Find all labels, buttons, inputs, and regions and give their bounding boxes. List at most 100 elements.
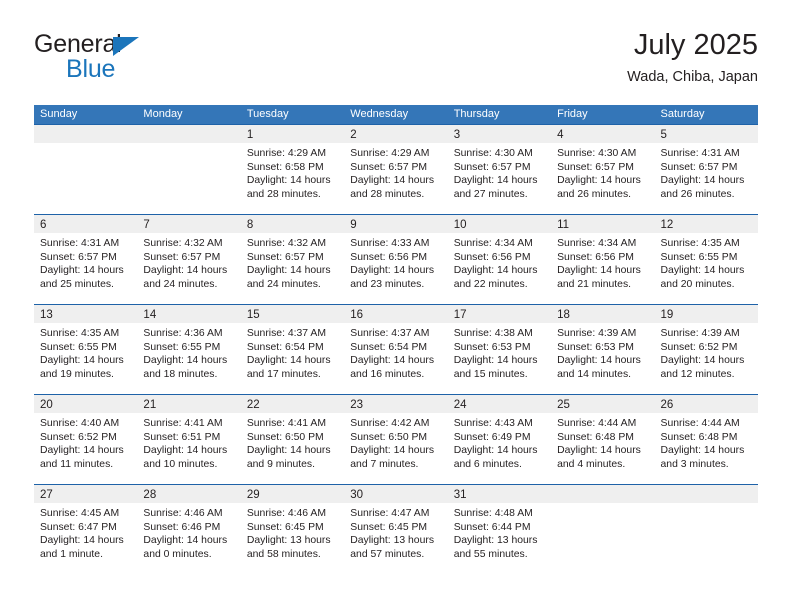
- day-cell-details: [551, 503, 654, 507]
- day-cell-14[interactable]: 14 Sunrise: 4:36 AM Sunset: 6:55 PM Dayligh…: [137, 305, 241, 394]
- sunset-text: Sunset: 6:52 PM: [40, 431, 117, 443]
- day-cell-21[interactable]: 21 Sunrise: 4:41 AM Sunset: 6:51 PM Dayligh…: [137, 395, 241, 484]
- sunrise-text: Sunrise: 4:47 AM: [350, 508, 430, 519]
- sunset-text: Sunset: 6:48 PM: [660, 431, 738, 443]
- day-cell-details: [34, 143, 137, 147]
- sunrise-text: Sunrise: 4:43 AM: [453, 418, 533, 429]
- daylight-text-cont: and 15 minutes.: [453, 368, 528, 380]
- day-number-band: 26: [654, 395, 758, 413]
- day-number-band: 20: [34, 395, 138, 413]
- sunset-text: Sunset: 6:57 PM: [660, 161, 738, 173]
- day-cell-5[interactable]: 5 Sunrise: 4:31 AM Sunset: 6:57 PM Daylight…: [654, 125, 758, 214]
- logo-text-general: General: [34, 30, 122, 58]
- calendar-grid: Sunday Monday Tuesday Wednesday Thursday Frid…: [34, 105, 758, 574]
- day-number-band: 15: [240, 305, 345, 323]
- day-cell-11[interactable]: 11 Sunrise: 4:34 AM Sunset: 6:56 PM Dayligh…: [551, 215, 655, 304]
- sunrise-text: Sunrise: 4:35 AM: [40, 328, 120, 339]
- day-cell-30[interactable]: 30 Sunrise: 4:47 AM Sunset: 6:45 PM Dayligh…: [344, 485, 448, 574]
- daylight-text-cont: and 3 minutes.: [660, 458, 729, 470]
- day-number: 14: [143, 309, 157, 321]
- daylight-text-cont: and 25 minutes.: [40, 278, 114, 290]
- day-cell-15[interactable]: 15 Sunrise: 4:37 AM Sunset: 6:54 PM Dayligh…: [240, 305, 345, 394]
- day-cell-10[interactable]: 10 Sunrise: 4:34 AM Sunset: 6:56 PM Dayligh…: [447, 215, 552, 304]
- daylight-text: Daylight: 14 hours: [557, 355, 641, 367]
- sunset-text: Sunset: 6:55 PM: [40, 341, 117, 353]
- day-number-band: 19: [654, 305, 758, 323]
- daylight-text: Daylight: 14 hours: [246, 355, 331, 367]
- day-cell-details: Sunrise: 4:44 AM Sunset: 6:48 PM Daylight:…: [551, 413, 654, 471]
- day-cell-29[interactable]: 29 Sunrise: 4:46 AM Sunset: 6:45 PM Dayligh…: [240, 485, 345, 574]
- sunrise-text: Sunrise: 4:44 AM: [557, 418, 637, 429]
- daylight-text-cont: and 11 minutes.: [40, 458, 114, 470]
- day-cell-25[interactable]: 25 Sunrise: 4:44 AM Sunset: 6:48 PM Dayligh…: [551, 395, 655, 484]
- day-cell-28[interactable]: 28 Sunrise: 4:46 AM Sunset: 6:46 PM Dayligh…: [137, 485, 241, 574]
- calendar-week-row: 1 Sunrise: 4:29 AM Sunset: 6:58 PM Daylight…: [34, 124, 758, 214]
- day-cell-1[interactable]: 1 Sunrise: 4:29 AM Sunset: 6:58 PM Daylight…: [240, 125, 345, 214]
- day-number-band: 4: [551, 125, 655, 143]
- day-cell-27[interactable]: 27 Sunrise: 4:45 AM Sunset: 6:47 PM Dayligh…: [34, 485, 138, 574]
- sunrise-text: Sunrise: 4:34 AM: [557, 238, 637, 249]
- day-cell-22[interactable]: 22 Sunrise: 4:41 AM Sunset: 6:50 PM Dayligh…: [240, 395, 345, 484]
- day-cell-16[interactable]: 16 Sunrise: 4:37 AM Sunset: 6:54 PM Dayligh…: [344, 305, 448, 394]
- day-cell-17[interactable]: 17 Sunrise: 4:38 AM Sunset: 6:53 PM Dayligh…: [447, 305, 552, 394]
- day-cell-details: Sunrise: 4:42 AM Sunset: 6:50 PM Daylight:…: [344, 413, 447, 471]
- day-cell-13[interactable]: 13 Sunrise: 4:35 AM Sunset: 6:55 PM Dayligh…: [34, 305, 138, 394]
- day-cell-3[interactable]: 3 Sunrise: 4:30 AM Sunset: 6:57 PM Daylight…: [447, 125, 552, 214]
- daylight-text: Daylight: 14 hours: [350, 265, 435, 277]
- daylight-text-cont: and 26 minutes.: [660, 188, 735, 200]
- daylight-text-cont: and 22 minutes.: [453, 278, 528, 290]
- day-number: 10: [453, 219, 467, 231]
- day-number-band: [137, 125, 241, 143]
- day-cell-18[interactable]: 18 Sunrise: 4:39 AM Sunset: 6:53 PM Dayligh…: [551, 305, 655, 394]
- sunrise-text: Sunrise: 4:32 AM: [143, 238, 223, 249]
- daylight-text-cont: and 24 minutes.: [143, 278, 218, 290]
- daylight-text: Daylight: 14 hours: [557, 175, 641, 187]
- day-cell-26[interactable]: 26 Sunrise: 4:44 AM Sunset: 6:48 PM Dayligh…: [654, 395, 758, 484]
- day-cell-31[interactable]: 31 Sunrise: 4:48 AM Sunset: 6:44 PM Dayligh…: [447, 485, 552, 574]
- daylight-text-cont: and 58 minutes.: [246, 548, 321, 560]
- sunrise-text: Sunrise: 4:41 AM: [246, 418, 326, 429]
- daylight-text-cont: and 19 minutes.: [40, 368, 114, 380]
- daylight-text: Daylight: 14 hours: [557, 445, 641, 457]
- sunset-text: Sunset: 6:44 PM: [453, 521, 531, 533]
- daylight-text: Daylight: 14 hours: [453, 265, 538, 277]
- general-blue-logo: General Blue: [34, 30, 234, 88]
- day-cell-19[interactable]: 19 Sunrise: 4:39 AM Sunset: 6:52 PM Dayligh…: [654, 305, 758, 394]
- day-cell-details: Sunrise: 4:32 AM Sunset: 6:57 PM Daylight:…: [137, 233, 240, 291]
- day-cell-details: Sunrise: 4:48 AM Sunset: 6:44 PM Daylight:…: [448, 503, 551, 561]
- daylight-text: Daylight: 14 hours: [660, 175, 745, 187]
- day-cell-6[interactable]: 6 Sunrise: 4:31 AM Sunset: 6:57 PM Daylight…: [34, 215, 138, 304]
- day-number-band: 23: [344, 395, 448, 413]
- day-cell-details: Sunrise: 4:41 AM Sunset: 6:51 PM Daylight:…: [137, 413, 240, 471]
- sunrise-text: Sunrise: 4:35 AM: [660, 238, 740, 249]
- daylight-text-cont: and 6 minutes.: [453, 458, 522, 470]
- sunset-text: Sunset: 6:55 PM: [660, 251, 738, 263]
- day-cell-12[interactable]: 12 Sunrise: 4:35 AM Sunset: 6:55 PM Dayligh…: [654, 215, 758, 304]
- day-cell-20[interactable]: 20 Sunrise: 4:40 AM Sunset: 6:52 PM Dayligh…: [34, 395, 138, 484]
- weekday-header-sunday: Sunday: [40, 108, 78, 120]
- day-cell-7[interactable]: 7 Sunrise: 4:32 AM Sunset: 6:57 PM Daylight…: [137, 215, 241, 304]
- daylight-text: Daylight: 14 hours: [246, 265, 331, 277]
- day-cell-4[interactable]: 4 Sunrise: 4:30 AM Sunset: 6:57 PM Daylight…: [551, 125, 655, 214]
- day-cell-9[interactable]: 9 Sunrise: 4:33 AM Sunset: 6:56 PM Daylight…: [344, 215, 448, 304]
- page-subtitle-location: Wada, Chiba, Japan: [627, 69, 758, 85]
- daylight-text: Daylight: 14 hours: [40, 265, 124, 277]
- day-number-band: 22: [240, 395, 345, 413]
- daylight-text: Daylight: 14 hours: [350, 355, 435, 367]
- daylight-text-cont: and 21 minutes.: [557, 278, 632, 290]
- day-cell-details: Sunrise: 4:32 AM Sunset: 6:57 PM Daylight:…: [241, 233, 344, 291]
- sunset-text: Sunset: 6:56 PM: [557, 251, 634, 263]
- day-number: 26: [660, 399, 674, 411]
- day-cell-details: Sunrise: 4:37 AM Sunset: 6:54 PM Daylight:…: [241, 323, 344, 381]
- day-cell-24[interactable]: 24 Sunrise: 4:43 AM Sunset: 6:49 PM Dayligh…: [447, 395, 552, 484]
- day-cell-2[interactable]: 2 Sunrise: 4:29 AM Sunset: 6:57 PM Daylight…: [344, 125, 448, 214]
- sunset-text: Sunset: 6:54 PM: [350, 341, 428, 353]
- day-cell-empty: [34, 125, 138, 214]
- daylight-text-cont: and 27 minutes.: [453, 188, 528, 200]
- weekday-header-thursday: Thursday: [453, 108, 500, 120]
- day-cell-8[interactable]: 8 Sunrise: 4:32 AM Sunset: 6:57 PM Daylight…: [240, 215, 345, 304]
- day-number: 11: [557, 219, 570, 231]
- day-cell-23[interactable]: 23 Sunrise: 4:42 AM Sunset: 6:50 PM Dayligh…: [344, 395, 448, 484]
- day-number-band: 12: [654, 215, 758, 233]
- daylight-text-cont: and 57 minutes.: [350, 548, 425, 560]
